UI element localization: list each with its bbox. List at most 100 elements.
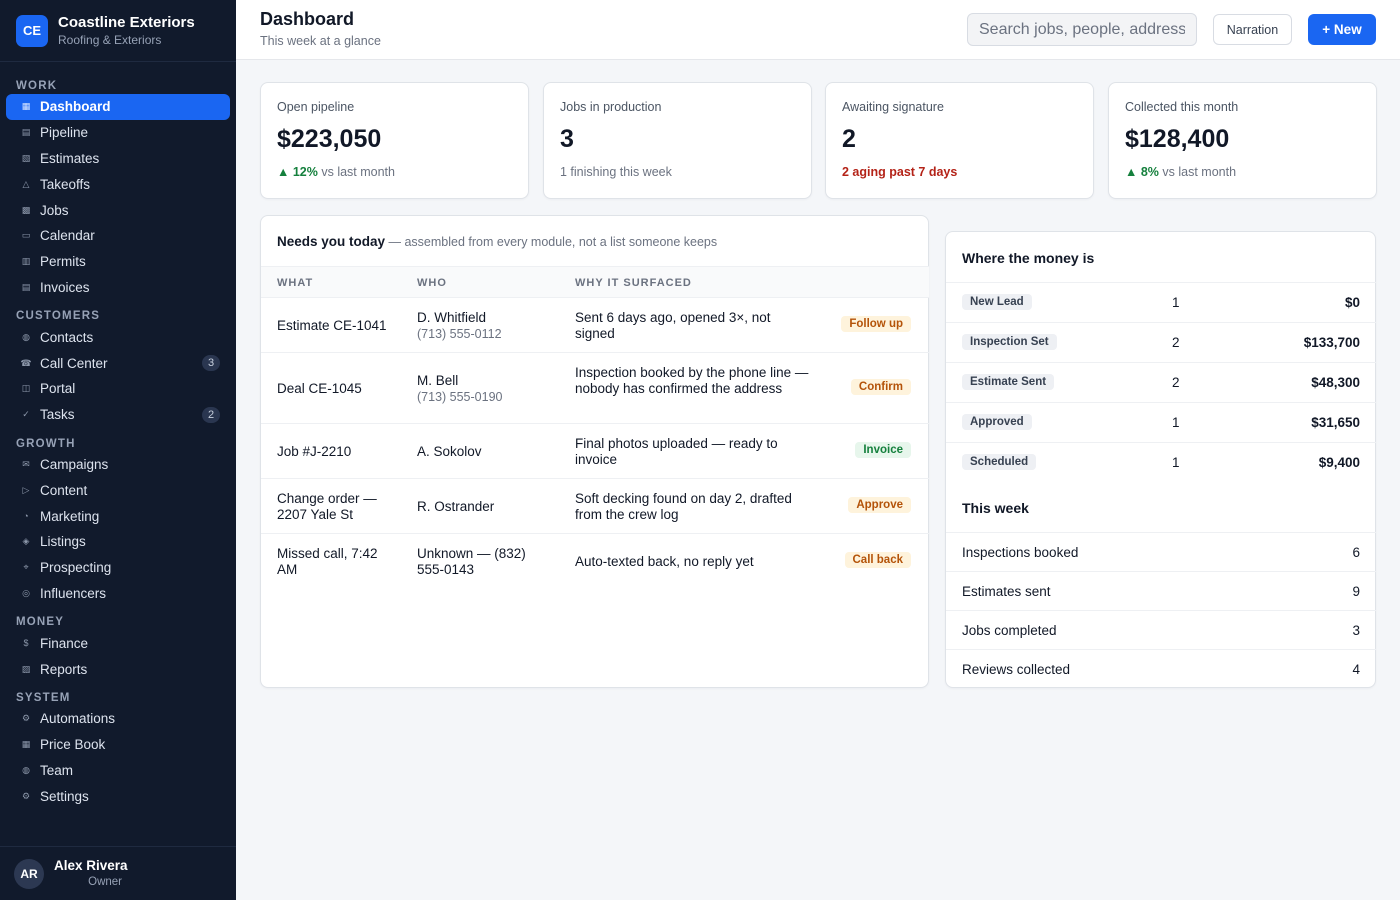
sidebar-item-finance[interactable]: $ Finance [6,630,230,656]
sidebar-item-tasks[interactable]: ✓ Tasks 2 [6,402,230,428]
metric-value: 4 [1352,662,1360,677]
stat-comparison: 1 finishing this week [560,165,672,179]
pipeline-stage-row[interactable]: Scheduled 1 $9,400 [946,442,1376,482]
sidebar-item-label: Jobs [40,202,69,218]
sidebar-item-content[interactable]: ▷ Content [6,477,230,503]
stage-badge: Inspection Set [962,334,1057,350]
sidebar-item-label: Listings [40,534,86,550]
pipeline-stage-row[interactable]: Approved 1 $31,650 [946,402,1376,442]
user-role: Owner [88,875,122,888]
metric-label: Jobs completed [962,623,1057,638]
stat-comparison: vs last month [1158,165,1237,179]
brand-logo: CE [16,14,48,47]
search-input[interactable] [967,13,1197,46]
stat-note: ▲ 12% vs last month [277,165,395,179]
row-what: Estimate CE-1041 [277,317,387,333]
stat-warning: 2 aging past 7 days [842,165,958,179]
column-header-why: WHY IT SURFACED [575,277,692,289]
call-back-action-button[interactable]: Call back [844,552,911,568]
influencers-icon: ◎ [22,587,30,598]
contact-name: D. Whitfield [417,309,487,325]
sidebar-item-influencers[interactable]: ◎ Influencers [6,581,230,607]
stat-label: Open pipeline [277,100,355,114]
pipeline-stage-row[interactable]: Estimate Sent 2 $48,300 [946,362,1376,402]
table-row[interactable]: Missed call, 7:42 AM Unknown — (832) 555-… [261,534,929,589]
sidebar-item-team[interactable]: ◍ Team [6,758,230,784]
sidebar-item-invoices[interactable]: ▤ Invoices [6,275,230,301]
sidebar-item-permits[interactable]: ▥ Permits [6,249,230,275]
page-subtitle: This week at a glance [260,34,381,48]
sidebar-item-listings[interactable]: ◈ Listings [6,529,230,555]
sidebar-item-calendar[interactable]: ▭ Calendar [6,223,230,249]
sidebar-item-dashboard[interactable]: ▦ Dashboard [6,94,230,120]
permits-icon: ▥ [21,256,31,267]
team-icon: ◍ [22,764,30,775]
user-profile[interactable]: AR Alex Rivera Owner [0,846,236,900]
invoice-action-button[interactable]: Invoice [855,442,911,458]
needs-subtitle: — assembled from every module, not a lis… [385,235,718,249]
sidebar-item-contacts[interactable]: ◍ Contacts [6,324,230,350]
follow-up-action-button[interactable]: Follow up [841,316,911,332]
sidebar-item-automations[interactable]: ⚙ Automations [6,706,230,732]
content-icon: ▷ [22,484,30,495]
listings-icon: ◈ [22,536,30,547]
stat-label: Jobs in production [560,100,662,114]
pipeline-stage-row[interactable]: New Lead 1 $0 [946,282,1376,322]
table-row[interactable]: Deal CE-1045 M. Bell (713) 555-0190 Inspect… [261,353,929,424]
contact-name: Unknown — (832) 555-0143 [417,545,526,577]
stat-card-awaiting-signature: Awaiting signature 2 2 aging past 7 days [825,82,1094,199]
row-why: Auto-texted back, no reply yet [575,553,754,569]
metric-label: Inspections booked [962,545,1079,560]
needs-you-today-card: Needs you today — assembled from every m… [260,215,929,688]
metric-value: 3 [1352,623,1360,638]
nav-section-work: WORK ▦ Dashboard ▤ Pipeline ▧ Estimates △ Takeof… [0,70,236,300]
sidebar-item-label: Content [40,482,88,498]
sidebar-item-takeoffs[interactable]: △ Takeoffs [6,171,230,197]
sidebar-item-settings[interactable]: ⚙ Settings [6,783,230,809]
stat-note: 2 aging past 7 days [842,165,957,179]
sidebar-item-label: Team [40,762,74,778]
narration-button[interactable]: Narration [1213,14,1292,45]
sidebar-item-pipeline[interactable]: ▤ Pipeline [6,120,230,146]
sidebar-item-call-center[interactable]: ☎ Call Center 3 [6,350,230,376]
brand[interactable]: CE Coastline Exteriors Roofing & Exterio… [0,0,236,62]
count-badge: 2 [202,406,220,423]
sidebar-item-label: Settings [40,788,89,804]
column-header-who: WHO [417,277,447,289]
week-metric-row: Estimates sent 9 [946,571,1376,610]
contact-name: M. Bell [417,372,459,388]
stage-count: 1 [1172,455,1180,470]
nav-section-title: CUSTOMERS [16,310,101,323]
row-what: Deal CE-1045 [277,380,362,396]
sidebar-item-campaigns[interactable]: ✉ Campaigns [6,452,230,478]
pipeline-stage-row[interactable]: Inspection Set 2 $133,700 [946,322,1376,362]
sidebar-item-estimates[interactable]: ▧ Estimates [6,146,230,172]
sidebar-item-reports[interactable]: ▨ Reports [6,656,230,682]
sidebar-item-label: Dashboard [40,99,111,115]
needs-table-header: WHAT WHO WHY IT SURFACED [261,266,929,298]
stage-count: 1 [1172,295,1180,310]
table-row[interactable]: Job #J-2210 A. Sokolov Final photos upload… [261,424,929,479]
sidebar-item-marketing[interactable]: ◔ Marketing [6,503,230,529]
new-button[interactable]: + New [1308,14,1376,45]
sidebar-item-jobs[interactable]: ▩ Jobs [6,197,230,223]
row-who: R. Ostrander [417,499,547,515]
top-header: Dashboard This week at a glance Narratio… [236,0,1400,60]
sidebar-item-portal[interactable]: ◫ Portal [6,376,230,402]
row-why: Inspection booked by the phone line — no… [575,364,809,396]
confirm-action-button[interactable]: Confirm [850,379,911,395]
finance-icon: $ [23,638,29,649]
contact-phone: (713) 555-0190 [417,389,503,404]
row-why: Soft decking found on day 2, drafted fro… [575,490,792,522]
sidebar-item-label: Influencers [40,585,107,601]
table-row[interactable]: Estimate CE-1041 D. Whitfield (713) 555-01… [261,298,929,353]
sidebar: CE Coastline Exteriors Roofing & Exterio… [0,0,236,900]
table-row[interactable]: Change order — 2207 Yale St R. Ostrander S… [261,479,929,534]
price-book-icon: ▦ [21,739,31,750]
sidebar-item-prospecting[interactable]: ⌖ Prospecting [6,555,230,581]
row-what: Missed call, 7:42 AM [277,545,378,577]
stage-badge: Approved [962,414,1032,430]
approve-action-button[interactable]: Approve [848,497,911,513]
sidebar-item-price-book[interactable]: ▦ Price Book [6,732,230,758]
nav-section-money: MONEY $ Finance ▨ Reports [0,606,236,682]
